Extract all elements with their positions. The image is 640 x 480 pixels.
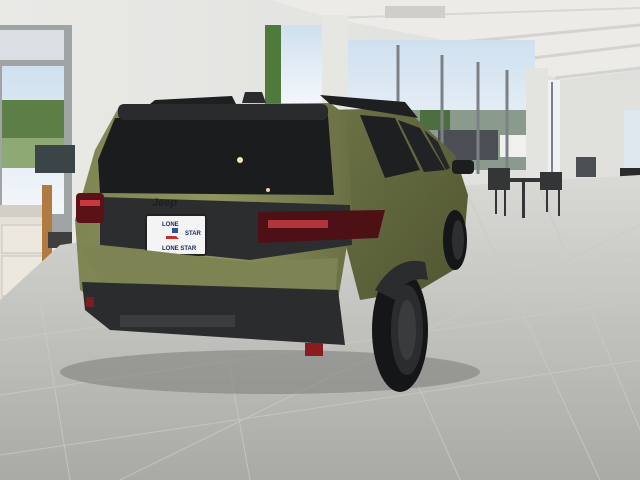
license-plate: LONE STAR LONE STAR — [145, 214, 207, 256]
front-wheel — [443, 210, 467, 270]
plate-text-bottom: LONE STAR — [162, 246, 197, 252]
pillar — [526, 68, 548, 178]
ceiling-vent — [385, 6, 445, 18]
plate-text-top: LONE — [162, 222, 179, 228]
rear-spoiler — [118, 104, 328, 120]
plate-text-right: STAR — [185, 231, 202, 237]
tail-light-left — [76, 193, 104, 223]
trash-bin — [576, 157, 596, 177]
reflector — [305, 343, 323, 356]
side-mirror — [452, 160, 474, 174]
showroom-photo: Jeep LONE STAR LONE STAR — [0, 0, 640, 480]
rear-window — [98, 116, 334, 195]
brand-badge: Jeep — [152, 197, 177, 209]
